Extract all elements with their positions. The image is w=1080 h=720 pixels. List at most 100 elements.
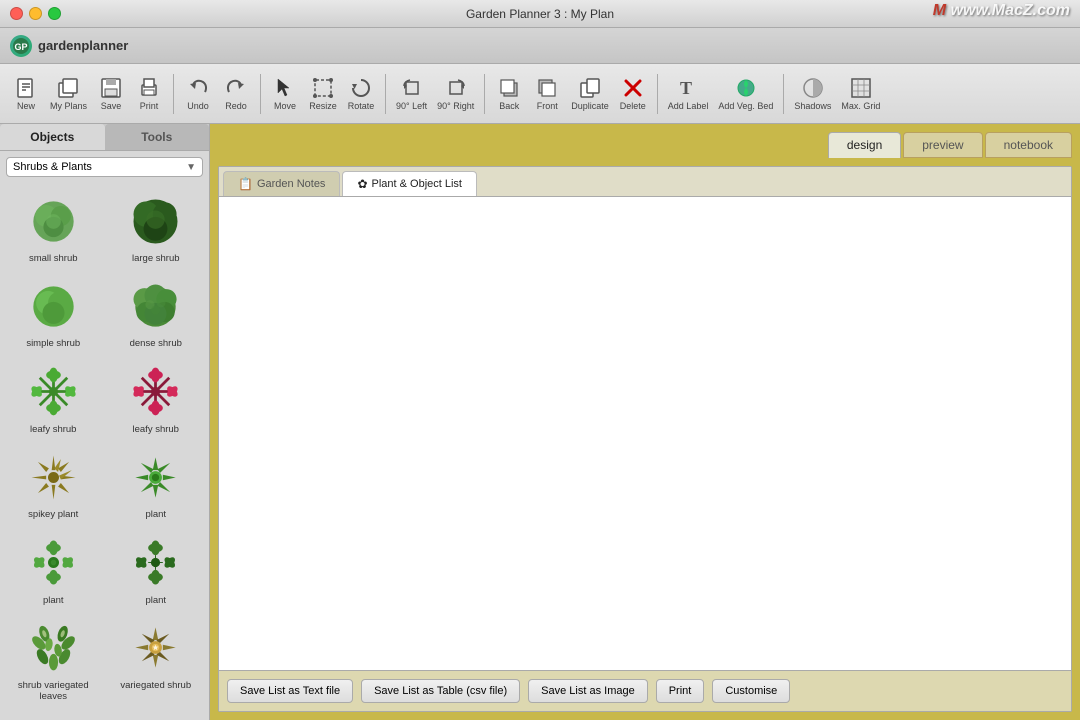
plant-icon-variegated-shrub xyxy=(126,618,186,678)
maximize-button[interactable] xyxy=(48,7,61,20)
app-header: GP gardenplanner xyxy=(0,28,1080,64)
tool-redo[interactable]: Redo xyxy=(218,74,254,114)
sep2 xyxy=(260,74,261,114)
dropdown-arrow-icon: ▼ xyxy=(186,162,196,173)
tool-front[interactable]: Front xyxy=(529,74,565,114)
tool-undo-label: Undo xyxy=(187,102,209,112)
tab-objects[interactable]: Objects xyxy=(0,124,105,150)
plant-item-large-shrub[interactable]: large shrub xyxy=(107,187,206,268)
tool-print[interactable]: Print xyxy=(131,74,167,114)
objects-grid: small shrub large shrub xyxy=(4,187,205,720)
plant-item-plant-flower-green[interactable]: plant xyxy=(4,529,103,610)
plant-label-large-shrub: large shrub xyxy=(132,253,180,264)
minimize-button[interactable] xyxy=(29,7,42,20)
plant-icon-plant-dark xyxy=(126,533,186,593)
tool-resize[interactable]: Resize xyxy=(305,74,341,114)
plant-icon-cluster-red xyxy=(23,715,83,720)
plant-item-variegated-shrub[interactable]: variegated shrub xyxy=(107,614,206,707)
tool-delete-label: Delete xyxy=(620,102,646,112)
tool-delete[interactable]: Delete xyxy=(615,74,651,114)
right-panel: design preview notebook 📋 Garden Notes ✿… xyxy=(210,124,1080,720)
content-body xyxy=(219,197,1071,670)
view-tab-design[interactable]: design xyxy=(828,132,901,158)
sep4 xyxy=(484,74,485,114)
plant-item-small-shrub[interactable]: small shrub xyxy=(4,187,103,268)
bottom-bar: Save List as Text file Save List as Tabl… xyxy=(219,670,1071,711)
sep1 xyxy=(173,74,174,114)
plant-item-plant-green[interactable]: plant xyxy=(107,443,206,524)
main-area: Objects Tools Shrubs & Plants ▼ xyxy=(0,124,1080,720)
content-tab-garden-notes[interactable]: 📋 Garden Notes xyxy=(223,171,340,196)
save-table-button[interactable]: Save List as Table (csv file) xyxy=(361,679,520,703)
save-image-button[interactable]: Save List as Image xyxy=(528,679,648,703)
tab-tools[interactable]: Tools xyxy=(105,124,210,150)
plant-item-cluster-darkred[interactable]: plant xyxy=(107,711,206,720)
plant-item-shrub-variegated[interactable]: shrub variegated leaves xyxy=(4,614,103,707)
close-button[interactable] xyxy=(10,7,23,20)
tool-90left-label: 90° Left xyxy=(396,102,427,112)
content-tab-plant-list-label: Plant & Object List xyxy=(372,178,463,190)
tool-shadows-label: Shadows xyxy=(794,102,831,112)
plant-label-dense-shrub: dense shrub xyxy=(130,338,182,349)
category-dropdown[interactable]: Shrubs & Plants ▼ xyxy=(6,157,203,177)
plant-icon-plant-flower-green xyxy=(23,533,83,593)
plant-icon-leafy-shrub-red xyxy=(126,362,186,422)
tool-duplicate-label: Duplicate xyxy=(571,102,609,112)
plant-item-leafy-shrub-red[interactable]: leafy shrub xyxy=(107,358,206,439)
svg-text:GP: GP xyxy=(14,42,27,52)
tool-myplans[interactable]: My Plans xyxy=(46,74,91,114)
tool-save[interactable]: Save xyxy=(93,74,129,114)
content-tabs: 📋 Garden Notes ✿ Plant & Object List xyxy=(219,167,1071,197)
svg-text:T: T xyxy=(680,78,692,98)
plant-icon-large-shrub xyxy=(126,191,186,251)
plant-icon-spikey-plant xyxy=(23,447,83,507)
customise-button[interactable]: Customise xyxy=(712,679,790,703)
window-controls[interactable] xyxy=(10,7,61,20)
title-bar: Garden Planner 3 : My Plan M www.MacZ.co… xyxy=(0,0,1080,28)
save-text-button[interactable]: Save List as Text file xyxy=(227,679,353,703)
tool-90right-label: 90° Right xyxy=(437,102,474,112)
view-tab-notebook[interactable]: notebook xyxy=(985,132,1072,158)
tool-rotate-label: Rotate xyxy=(348,102,375,112)
plant-item-leafy-shrub-green[interactable]: leafy shrub xyxy=(4,358,103,439)
plant-list-icon: ✿ xyxy=(357,177,367,191)
tool-back[interactable]: Back xyxy=(491,74,527,114)
view-tab-preview[interactable]: preview xyxy=(903,132,982,158)
plant-item-simple-shrub[interactable]: simple shrub xyxy=(4,272,103,353)
tool-addlabel-label: Add Label xyxy=(668,102,709,112)
plant-label-plant-dark: plant xyxy=(145,595,166,606)
print-button[interactable]: Print xyxy=(656,679,705,703)
tool-90right[interactable]: 90° Right xyxy=(433,74,478,114)
plant-label-simple-shrub: simple shrub xyxy=(26,338,80,349)
tool-90left[interactable]: 90° Left xyxy=(392,74,431,114)
plant-icon-plant-green xyxy=(126,447,186,507)
plant-item-cluster-red[interactable]: plant xyxy=(4,711,103,720)
tool-shadows[interactable]: Shadows xyxy=(790,74,835,114)
content-area: 📋 Garden Notes ✿ Plant & Object List Sav… xyxy=(218,166,1072,712)
tool-rotate[interactable]: Rotate xyxy=(343,74,379,114)
plant-item-plant-dark[interactable]: plant xyxy=(107,529,206,610)
tool-new[interactable]: New xyxy=(8,74,44,114)
objects-scroll[interactable]: small shrub large shrub xyxy=(0,183,209,720)
tool-move[interactable]: Move xyxy=(267,74,303,114)
plant-label-leafy-shrub-red: leafy shrub xyxy=(133,424,179,435)
sep5 xyxy=(657,74,658,114)
panel-tabs: Objects Tools xyxy=(0,124,209,151)
tool-duplicate[interactable]: Duplicate xyxy=(567,74,613,114)
tool-addvegbed[interactable]: Add Veg. Bed xyxy=(714,74,777,114)
tool-undo[interactable]: Undo xyxy=(180,74,216,114)
plant-label-plant-flower-green: plant xyxy=(43,595,64,606)
tool-maxgrid[interactable]: Max. Grid xyxy=(837,74,884,114)
tool-redo-label: Redo xyxy=(225,102,247,112)
plant-icon-simple-shrub xyxy=(23,276,83,336)
plant-item-dense-shrub[interactable]: dense shrub xyxy=(107,272,206,353)
sep3 xyxy=(385,74,386,114)
tool-addlabel[interactable]: T Add Label xyxy=(664,74,713,114)
left-panel: Objects Tools Shrubs & Plants ▼ xyxy=(0,124,210,720)
plant-icon-small-shrub xyxy=(23,191,83,251)
tool-back-label: Back xyxy=(499,102,519,112)
content-tab-plant-list[interactable]: ✿ Plant & Object List xyxy=(342,171,477,196)
plant-item-spikey-plant[interactable]: spikey plant xyxy=(4,443,103,524)
watermark: M www.MacZ.com xyxy=(933,2,1070,20)
garden-notes-icon: 📋 xyxy=(238,177,253,191)
